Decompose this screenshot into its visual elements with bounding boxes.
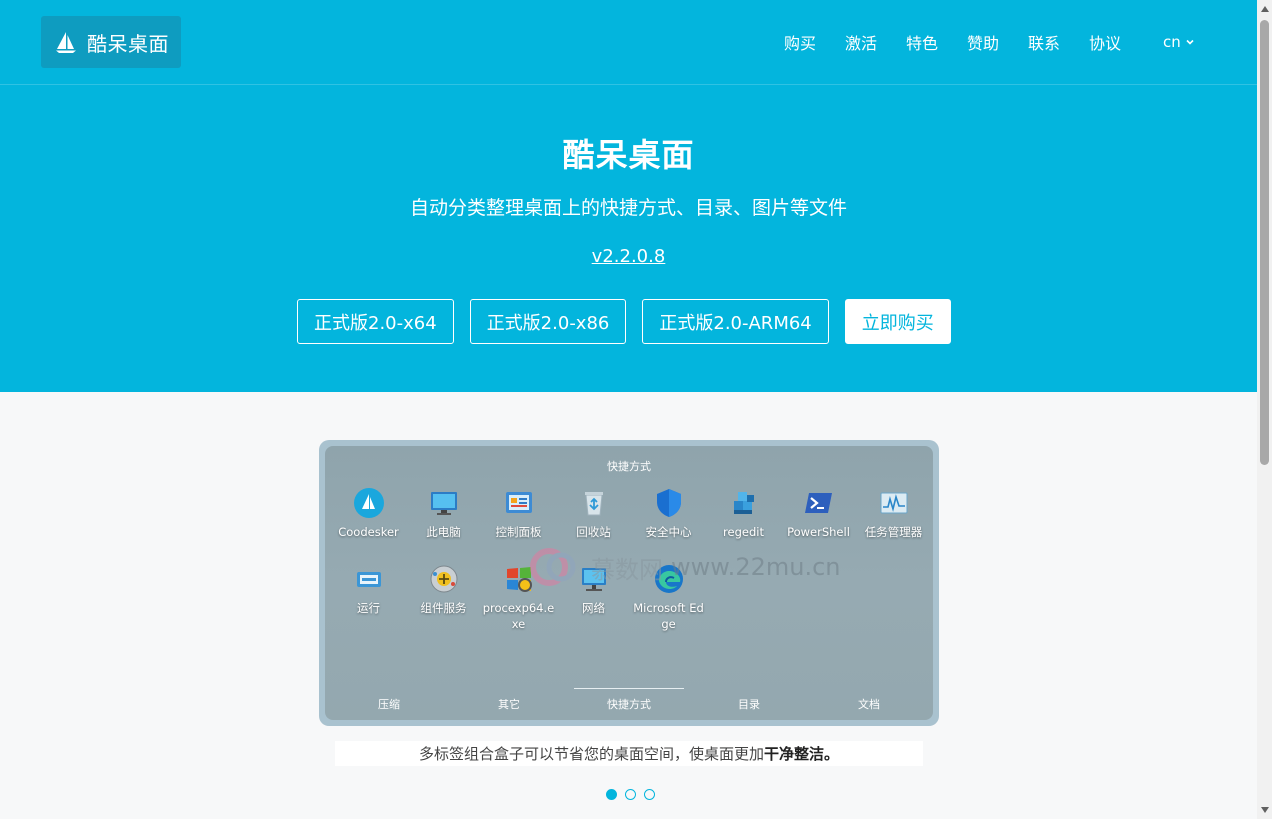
network-icon bbox=[581, 568, 606, 591]
coodesker-icon bbox=[353, 488, 384, 518]
tab-documents[interactable]: 文档 bbox=[814, 690, 924, 712]
tab-folders[interactable]: 目录 bbox=[694, 690, 804, 712]
tab-compress[interactable]: 压缩 bbox=[334, 690, 444, 712]
app-item[interactable]: procexp64.exe bbox=[481, 562, 556, 632]
app-item[interactable]: 控制面板 bbox=[481, 486, 556, 540]
app-item[interactable]: 运行 bbox=[331, 562, 406, 632]
chevron-down-icon bbox=[1186, 39, 1194, 45]
box-tabs: 压缩 其它 快捷方式 目录 文档 bbox=[325, 688, 933, 712]
nav-link-buy[interactable]: 购买 bbox=[784, 30, 845, 54]
panel-title: 快捷方式 bbox=[607, 460, 651, 473]
nav-link-sponsor[interactable]: 赞助 bbox=[967, 30, 1028, 54]
app-item[interactable]: 任务管理器 bbox=[856, 486, 931, 540]
app-item[interactable]: 组件服务 bbox=[406, 562, 481, 632]
desktop-box-panel: 快捷方式 Coodesker 此电脑 控制面板 回收站 安全中心 regedit… bbox=[325, 446, 933, 720]
app-label: PowerShell bbox=[787, 525, 850, 539]
app-item[interactable]: PowerShell bbox=[781, 486, 856, 540]
caption-text: 多标签组合盒子可以节省您的桌面空间，使桌面更加 bbox=[418, 745, 764, 763]
nav-link-agreement[interactable]: 协议 bbox=[1089, 30, 1150, 54]
procexp-icon bbox=[506, 567, 532, 592]
app-label: 运行 bbox=[357, 601, 380, 615]
app-item[interactable]: 网络 bbox=[556, 562, 631, 632]
carousel-dots bbox=[606, 789, 655, 800]
app-label: procexp64.exe bbox=[482, 601, 555, 631]
carousel-dot[interactable] bbox=[606, 789, 617, 800]
powershell-icon bbox=[804, 493, 832, 513]
run-icon bbox=[356, 572, 381, 587]
carousel-dot[interactable] bbox=[644, 789, 655, 800]
language-selector[interactable]: cn bbox=[1163, 33, 1195, 51]
app-label: 组件服务 bbox=[420, 601, 467, 615]
tab-other[interactable]: 其它 bbox=[454, 690, 564, 712]
app-item[interactable]: Coodesker bbox=[331, 486, 406, 540]
nav-link-features[interactable]: 特色 bbox=[906, 30, 967, 54]
app-label: 此电脑 bbox=[426, 525, 461, 539]
app-label: regedit bbox=[723, 525, 764, 539]
app-item[interactable]: 安全中心 bbox=[631, 486, 706, 540]
app-item[interactable]: regedit bbox=[706, 486, 781, 540]
language-label: cn bbox=[1163, 33, 1181, 51]
nav-link-contact[interactable]: 联系 bbox=[1028, 30, 1089, 54]
scroll-up-icon[interactable] bbox=[1261, 6, 1269, 12]
feature-caption: 多标签组合盒子可以节省您的桌面空间，使桌面更加 干净整洁。 bbox=[335, 741, 923, 766]
version-link[interactable]: v2.2.0.8 bbox=[592, 246, 666, 267]
download-buttons: 正式版2.0-x64 正式版2.0-x86 正式版2.0-ARM64 立即购买 bbox=[297, 299, 951, 344]
app-label: 回收站 bbox=[576, 525, 611, 539]
tab-shortcuts[interactable]: 快捷方式 bbox=[574, 688, 684, 712]
carousel-dot[interactable] bbox=[625, 789, 636, 800]
app-label: 安全中心 bbox=[645, 525, 692, 539]
caption-bold: 干净整洁。 bbox=[764, 745, 840, 763]
hero-subtitle: 自动分类整理桌面上的快捷方式、目录、图片等文件 bbox=[409, 197, 847, 219]
download-x64-button[interactable]: 正式版2.0-x64 bbox=[297, 299, 454, 344]
scroll-down-icon[interactable] bbox=[1261, 807, 1269, 813]
app-item[interactable]: 此电脑 bbox=[406, 486, 481, 540]
app-item[interactable]: 回收站 bbox=[556, 486, 631, 540]
shield-icon bbox=[656, 489, 681, 517]
download-x86-button[interactable]: 正式版2.0-x86 bbox=[469, 299, 627, 344]
app-label: Microsoft Edge bbox=[633, 601, 704, 631]
nav-links: 购买 激活 特色 赞助 联系 协议 bbox=[784, 30, 1150, 54]
brand-name: 酷呆桌面 bbox=[87, 31, 169, 56]
showcase-screenshot: 快捷方式 Coodesker 此电脑 控制面板 回收站 安全中心 regedit… bbox=[319, 440, 939, 726]
edge-icon bbox=[654, 565, 683, 593]
task-manager-icon bbox=[880, 492, 907, 514]
app-label: 网络 bbox=[582, 601, 605, 615]
control-panel-icon bbox=[505, 492, 532, 513]
app-label: 任务管理器 bbox=[864, 525, 923, 539]
page-scrollbar[interactable] bbox=[1257, 0, 1272, 819]
buy-now-button[interactable]: 立即购买 bbox=[844, 299, 951, 344]
component-services-icon bbox=[430, 565, 457, 593]
nav-link-activate[interactable]: 激活 bbox=[845, 30, 906, 54]
recycle-bin-icon bbox=[584, 492, 603, 516]
app-grid: Coodesker 此电脑 控制面板 回收站 安全中心 regedit Powe… bbox=[331, 486, 931, 632]
top-nav: 酷呆桌面 购买 激活 特色 赞助 联系 协议 cn bbox=[0, 0, 1257, 85]
download-arm64-button[interactable]: 正式版2.0-ARM64 bbox=[642, 299, 829, 344]
scroll-thumb[interactable] bbox=[1260, 20, 1269, 465]
sailboat-icon bbox=[56, 32, 76, 53]
app-item[interactable]: Microsoft Edge bbox=[631, 562, 706, 632]
brand-logo[interactable]: 酷呆桌面 bbox=[41, 16, 181, 68]
app-label: Coodesker bbox=[338, 525, 399, 539]
monitor-icon bbox=[430, 492, 457, 515]
page: 酷呆桌面 购买 激活 特色 赞助 联系 协议 cn 酷呆桌面 自动分类整理桌面上… bbox=[0, 0, 1272, 819]
app-label: 控制面板 bbox=[495, 525, 542, 539]
hero-section: 酷呆桌面 购买 激活 特色 赞助 联系 协议 cn 酷呆桌面 自动分类整理桌面上… bbox=[0, 0, 1257, 392]
regedit-icon bbox=[733, 492, 754, 514]
hero-title: 酷呆桌面 bbox=[562, 136, 695, 174]
